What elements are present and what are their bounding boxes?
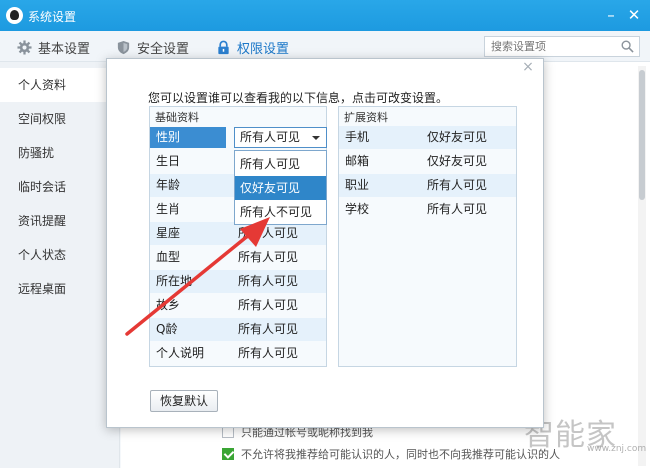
option-friends-only[interactable]: 仅好友可见 — [235, 176, 326, 200]
visibility-value: 所有人可见 — [238, 346, 299, 360]
tab-basic-settings[interactable]: 基本设置 — [17, 38, 91, 57]
search-box[interactable] — [484, 36, 640, 57]
sidebar-item-news-reminder[interactable]: 资讯提醒 — [0, 204, 120, 238]
sidebar-item-remote-desktop[interactable]: 远程桌面 — [0, 272, 120, 306]
close-window-button[interactable]: ✕ — [624, 5, 644, 25]
basic-row-personal-note[interactable]: 个人说明 所有人可见 — [150, 342, 326, 365]
scrollbar-thumb[interactable] — [639, 70, 645, 200]
field-name: 生日 — [156, 154, 181, 168]
field-name: 邮箱 — [345, 154, 370, 168]
basic-row-constellation[interactable]: 星座 所有人可见 — [150, 222, 326, 245]
field-name: Q龄 — [156, 322, 178, 336]
shield-icon — [117, 40, 130, 54]
field-name: 学校 — [345, 202, 370, 216]
field-name: 星座 — [156, 226, 181, 240]
option-visible-to-all[interactable]: 所有人可见 — [235, 152, 326, 176]
visibility-value: 所有人可见 — [238, 322, 299, 336]
search-icon[interactable] — [621, 40, 634, 53]
tab-security-settings[interactable]: 安全设置 — [116, 38, 190, 57]
title-bar: 系统设置 – ✕ — [0, 0, 650, 31]
tab-label: 基本设置 — [38, 41, 91, 57]
gear-icon — [17, 39, 32, 55]
tab-label: 安全设置 — [137, 41, 190, 57]
field-name: 血型 — [156, 250, 181, 264]
watermark-url: www.znj.com — [587, 444, 647, 454]
visibility-value: 所有人可见 — [238, 226, 299, 240]
settings-sidebar: 个人资料 空间权限 防骚扰 临时会话 资讯提醒 个人状态 远程桌面 — [0, 62, 120, 468]
basic-row-blood-type[interactable]: 血型 所有人可见 — [150, 246, 326, 269]
chevron-down-icon — [312, 136, 320, 140]
field-name: 年龄 — [156, 178, 181, 192]
tab-permission-settings[interactable]: 权限设置 — [216, 38, 290, 57]
option-hidden-from-all[interactable]: 所有人不可见 — [235, 200, 326, 224]
basic-row-hometown[interactable]: 故乡 所有人可见 — [150, 294, 326, 317]
visibility-value: 所有人可见 — [238, 274, 299, 288]
basic-row-location[interactable]: 所在地 所有人可见 — [150, 270, 326, 293]
visibility-value: 所有人可见 — [427, 202, 488, 216]
field-name: 性别 — [150, 127, 226, 148]
visibility-dropdown-list: 所有人可见 仅好友可见 所有人不可见 — [234, 150, 327, 225]
restore-default-button[interactable]: 恢复默认 — [150, 390, 218, 412]
extended-info-header: 扩展资料 — [344, 111, 388, 124]
dialog-close-button[interactable]: × — [521, 60, 535, 74]
sidebar-item-temp-session[interactable]: 临时会话 — [0, 170, 120, 204]
extended-row-occupation[interactable]: 职业 所有人可见 — [339, 174, 516, 197]
basic-row-age[interactable]: 年龄 — [150, 174, 234, 197]
field-name: 故乡 — [156, 298, 181, 312]
option-no-recommend[interactable]: 不允许将我推荐给可能认识的人，同时也不向我推荐可能认识的人 — [222, 446, 560, 462]
sidebar-item-anti-harassment[interactable]: 防骚扰 — [0, 136, 120, 170]
search-input[interactable] — [485, 37, 615, 56]
sidebar-item-space-permission[interactable]: 空间权限 — [0, 102, 120, 136]
sidebar-item-personal-status[interactable]: 个人状态 — [0, 238, 120, 272]
minimize-button[interactable]: – — [601, 5, 621, 25]
window-title: 系统设置 — [28, 10, 77, 24]
basic-row-q-age[interactable]: Q龄 所有人可见 — [150, 318, 326, 341]
visibility-value: 仅好友可见 — [427, 130, 488, 144]
sidebar-item-personal-profile[interactable]: 个人资料 — [0, 68, 120, 102]
field-name: 个人说明 — [156, 346, 205, 360]
lock-icon — [218, 40, 229, 54]
option-label: 不允许将我推荐给可能认识的人，同时也不向我推荐可能认识的人 — [241, 448, 560, 461]
basic-info-header: 基础资料 — [155, 111, 199, 124]
field-name: 所在地 — [156, 274, 193, 288]
basic-row-birthday[interactable]: 生日 — [150, 150, 234, 173]
field-name: 职业 — [345, 178, 370, 192]
tab-label: 权限设置 — [237, 41, 290, 57]
visibility-value: 所有人可见 — [238, 250, 299, 264]
visibility-value: 所有人可见 — [427, 178, 488, 192]
field-name: 手机 — [345, 130, 370, 144]
gender-visibility-select[interactable]: 所有人可见 — [234, 127, 327, 148]
select-value: 所有人可见 — [240, 130, 301, 144]
extended-row-school[interactable]: 学校 所有人可见 — [339, 198, 516, 221]
dialog-intro-text: 您可以设置谁可以查看我的以下信息，点击可改变设置。 — [148, 91, 449, 105]
visibility-value: 仅好友可见 — [427, 154, 488, 168]
qq-penguin-icon — [6, 7, 23, 24]
checkbox-checked[interactable] — [222, 448, 234, 460]
extended-row-phone[interactable]: 手机 仅好友可见 — [339, 126, 516, 149]
basic-row-zodiac-animal[interactable]: 生肖 — [150, 198, 234, 221]
field-name: 生肖 — [156, 202, 181, 216]
visibility-value: 所有人可见 — [238, 298, 299, 312]
extended-row-email[interactable]: 邮箱 仅好友可见 — [339, 150, 516, 173]
